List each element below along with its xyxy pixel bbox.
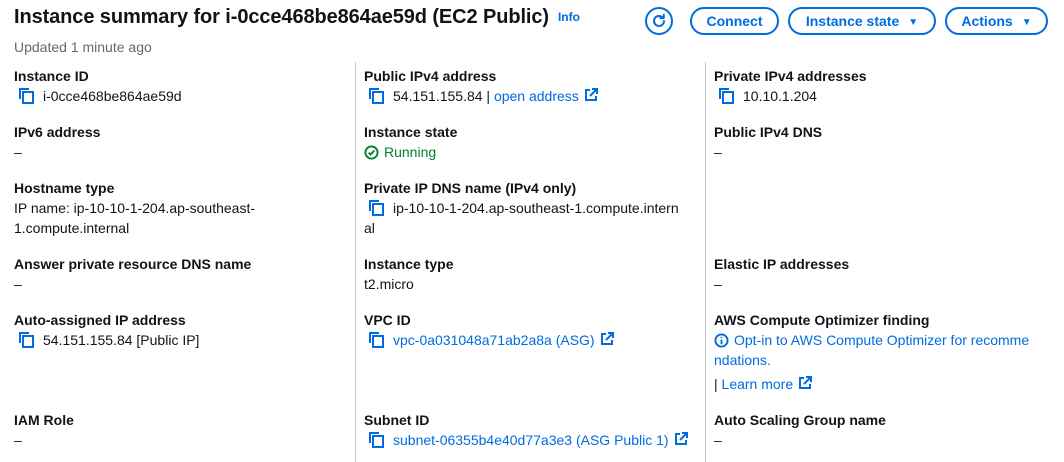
learn-more-link[interactable]: Learn more (722, 374, 794, 394)
actions-button[interactable]: Actions ▼ (945, 7, 1048, 35)
copy-icon[interactable] (17, 88, 37, 104)
field-asg-name: Auto Scaling Group name – (714, 412, 886, 448)
updated-timestamp: Updated 1 minute ago (14, 39, 152, 55)
subnet-id-link[interactable]: subnet-06355b4e40d77a3e3 (ASG Public 1) (393, 430, 669, 450)
page-title: Instance summary for i-0cce468be864ae59d… (14, 6, 549, 28)
copy-icon[interactable] (367, 88, 387, 104)
field-answer-dns: Answer private resource DNS name – (14, 256, 252, 292)
toolbar: Connect Instance state ▼ Actions ▼ (645, 7, 1048, 35)
copy-icon[interactable] (367, 200, 387, 216)
instance-id-value: i-0cce468be864ae59d (43, 88, 182, 104)
external-link-icon (799, 376, 813, 389)
copy-icon[interactable] (367, 432, 387, 448)
external-link-icon (600, 332, 614, 345)
field-optimizer: AWS Compute Optimizer finding Opt-in to … (714, 312, 1030, 394)
field-private-dns: Private IP DNS name (IPv4 only) ip-10-10… (364, 180, 679, 236)
page-header: Instance summary for i-0cce468be864ae59d… (14, 6, 580, 29)
vpc-id-link[interactable]: vpc-0a031048a71ab2a8a (ASG) (393, 330, 595, 350)
field-instance-state: Instance state Running (364, 124, 694, 162)
field-public-dns: Public IPv4 DNS – (714, 124, 823, 160)
field-private-ipv4: Private IPv4 addresses 10.10.1.204 (714, 68, 867, 104)
info-circle-icon (714, 333, 729, 348)
refresh-button[interactable] (645, 7, 673, 35)
caret-down-icon: ▼ (908, 16, 919, 28)
external-link-icon (584, 88, 598, 101)
field-elastic-ip: Elastic IP addresses – (714, 256, 850, 292)
copy-icon[interactable] (717, 88, 737, 104)
info-link[interactable]: Info (558, 10, 580, 24)
optimizer-opt-in-link[interactable]: Opt-in to AWS Compute Optimizer for reco… (734, 330, 1029, 350)
field-public-ipv4: Public IPv4 address 54.151.155.84 | open… (364, 68, 694, 106)
status-badge: Running (364, 142, 694, 162)
field-hostname-type: Hostname type IP name: ip-10-10-1-204.ap… (14, 180, 255, 236)
external-link-icon (674, 432, 688, 445)
field-instance-id: Instance ID i-0cce468be864ae59d (14, 68, 182, 104)
column-divider (705, 62, 706, 462)
instance-state-button[interactable]: Instance state ▼ (788, 7, 936, 35)
check-circle-icon (364, 144, 379, 160)
copy-icon[interactable] (17, 332, 37, 348)
field-auto-ip: Auto-assigned IP address 54.151.155.84 [… (14, 312, 200, 348)
connect-button[interactable]: Connect (690, 7, 779, 35)
open-address-link[interactable]: open address (494, 86, 579, 106)
refresh-icon (653, 13, 665, 27)
field-instance-type: Instance type t2.micro (364, 256, 454, 292)
copy-icon[interactable] (367, 332, 387, 348)
field-subnet-id: Subnet ID subnet-06355b4e40d77a3e3 (ASG … (364, 412, 694, 450)
caret-down-icon: ▼ (1021, 16, 1032, 28)
field-iam-role: IAM Role – (14, 412, 74, 448)
column-divider (355, 62, 356, 462)
field-ipv6: IPv6 address – (14, 124, 101, 160)
field-vpc-id: VPC ID vpc-0a031048a71ab2a8a (ASG) (364, 312, 694, 350)
